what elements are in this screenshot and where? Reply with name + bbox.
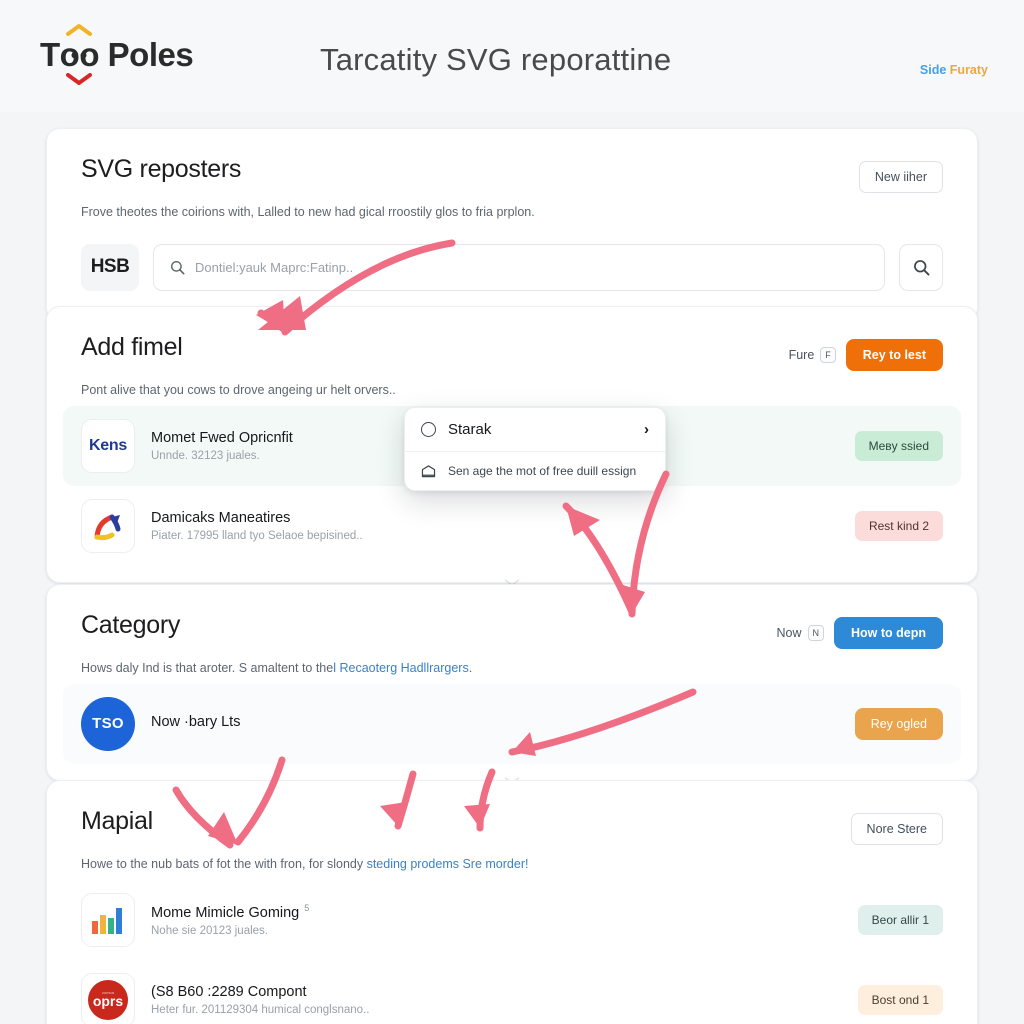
- card-actions: Nore Stere: [850, 807, 943, 845]
- dropdown-sub-label: Sen age the mot of free duill essign: [448, 464, 637, 478]
- svg-text:oprs: oprs: [93, 993, 124, 1009]
- circle-icon: [421, 422, 436, 437]
- search-icon: [913, 259, 929, 276]
- rey-ogled-button[interactable]: Rey ogled: [854, 707, 943, 740]
- row-meta: Piater. 17995 lland tyo Selaoe bepisined…: [151, 529, 363, 542]
- logo-oo-group: oo: [60, 24, 100, 85]
- row-text: (S8 B60 :2289 Compont Heter fur. 2011293…: [151, 984, 842, 1016]
- card-actions: Now N How to depn: [776, 611, 943, 649]
- status-badge: Bost ond 1: [857, 984, 943, 1015]
- card-title: Mapial: [81, 807, 153, 835]
- search-input[interactable]: Dontiel:yauk Maprc:Fatinp..: [153, 243, 885, 291]
- rey-to-lest-button[interactable]: Rey to lest: [845, 339, 943, 371]
- row-thumbnail: [81, 892, 135, 947]
- card-mapial: Mapial Nore Stere Howe to the nub bats o…: [46, 780, 978, 1024]
- card-svg-reposters: SVG reposters New iiher Frove theotes th…: [46, 128, 978, 325]
- card-actions: New iiher: [858, 155, 943, 193]
- chevron-right-icon: ›: [644, 421, 649, 438]
- shortcut-label: Fure: [788, 348, 815, 362]
- row-title: (S8 B60 :2289 Compont: [151, 983, 307, 1000]
- dropdown-item-starak[interactable]: Starak ›: [405, 408, 665, 451]
- thumb-label: TSO: [92, 715, 124, 733]
- card-title: SVG reposters: [81, 155, 242, 183]
- thumb-label: Kens: [89, 436, 127, 454]
- row-text: Now ·bary Lts: [151, 714, 839, 734]
- app-root: Too Poles Tarcatity SVG reporattine Side…: [0, 0, 1024, 1024]
- logo-text-part1: T: [40, 36, 60, 73]
- row-title: Damicaks Maneatires: [151, 509, 291, 526]
- subtitle-link[interactable]: steding prodems Sre morder!: [367, 857, 529, 871]
- shortcut-label: Now: [776, 626, 802, 640]
- card-header: SVG reposters New iiher: [47, 129, 977, 193]
- row-thumbnail: TSO: [81, 696, 135, 751]
- status-badge: Beor allir 1: [857, 904, 943, 935]
- subtitle-text: Hows daly Ind is that aroter. S amaltent…: [81, 661, 334, 675]
- shortcut-hint: Now N: [776, 625, 824, 641]
- card-subtitle: Howe to the nub bats of fot the with fro…: [47, 845, 977, 874]
- table-row[interactable]: oprs comoa (S8 B60 :2289 Compont Heter f…: [63, 959, 961, 1024]
- table-row[interactable]: TSO Now ·bary Lts Rey ogled: [63, 683, 961, 764]
- header-link-furaty[interactable]: Furaty: [950, 63, 988, 77]
- card-subtitle: Hows daly Ind is that aroter. S amaltent…: [47, 649, 977, 678]
- app-header: Too Poles Tarcatity SVG reporattine Side…: [0, 0, 1024, 112]
- shortcut-key: N: [807, 625, 824, 641]
- logo-text: Too Poles: [40, 24, 194, 85]
- card-title: Category: [81, 611, 181, 639]
- brand-chip-hsb: HSB: [81, 243, 139, 291]
- logo-text-part3: Poles: [99, 36, 194, 73]
- table-row[interactable]: Damicaks Maneatires Piater. 17995 lland …: [63, 485, 961, 566]
- row-thumbnail: [81, 498, 135, 553]
- card-actions: Fure F Rey to lest: [789, 333, 943, 371]
- row-meta: Nohe sie 20123 juales.: [151, 924, 268, 937]
- shortcut-key: F: [820, 347, 836, 363]
- row-title: Mome Mimicle Goming 5: [151, 902, 310, 921]
- brand-logo[interactable]: Too Poles: [40, 24, 194, 85]
- opr-logo-icon: oprs comoa: [88, 979, 128, 1020]
- row-text: Damicaks Maneatires Piater. 17995 lland …: [151, 510, 839, 542]
- row-thumbnail: Kens: [81, 418, 135, 473]
- dropdown-item-message[interactable]: Sen age the mot of free duill essign: [405, 451, 665, 490]
- subtitle-tail: .: [468, 661, 473, 675]
- card-subtitle: Frove theotes the coirions with, Lalled …: [81, 205, 535, 219]
- chevron-up-icon: [66, 24, 93, 36]
- search-submit-button[interactable]: [899, 243, 943, 291]
- subtitle-link[interactable]: l Recaoterg Hadllrargers: [333, 661, 468, 675]
- row-text: Mome Mimicle Goming 5 Nohe sie 20123 jual…: [151, 903, 842, 937]
- svg-text:comoa: comoa: [102, 990, 115, 995]
- search-icon: [170, 260, 185, 275]
- row-meta: Heter fur. 201129304 humical conglsnano.…: [151, 1003, 370, 1016]
- row-thumbnail: oprs comoa: [81, 972, 135, 1024]
- card-header: Mapial Nore Stere: [47, 781, 977, 845]
- shortcut-hint: Fure F: [789, 347, 836, 363]
- logo-eyes: [71, 52, 87, 59]
- status-badge: Mевy ssied: [854, 430, 943, 461]
- chevron-down-icon: [66, 73, 93, 85]
- bar-chart-icon: [92, 907, 122, 934]
- card-subtitle: Pont alive that you cows to drove angein…: [81, 383, 396, 397]
- card-row-list: TSO Now ·bary Lts Rey ogled: [47, 678, 977, 780]
- table-row[interactable]: Mome Mimicle Goming 5 Nohe sie 20123 jual…: [63, 879, 961, 960]
- subtitle-text: Howe to the nub bats of fot the with fro…: [81, 857, 367, 871]
- card-row-list: Mome Mimicle Goming 5 Nohe sie 20123 jual…: [47, 874, 977, 1024]
- context-dropdown[interactable]: Starak › Sen age the mot of free duill e…: [404, 407, 666, 491]
- header-link-side[interactable]: Side: [920, 63, 946, 77]
- row-title: Now ·bary Lts: [151, 713, 241, 730]
- swoosh-arrow-icon: [94, 514, 121, 540]
- envelope-icon: [421, 464, 436, 477]
- card-header: Category Now N How to depn: [47, 585, 977, 649]
- search-placeholder: Dontiel:yauk Maprc:Fatinp..: [195, 259, 354, 275]
- card-category: Category Now N How to depn Hows daly Ind…: [46, 584, 978, 784]
- status-badge: Rest kind 2: [854, 510, 943, 541]
- how-to-depn-button[interactable]: How to depn: [834, 617, 943, 649]
- nore-stere-button[interactable]: Nore Stere: [850, 813, 943, 845]
- card-header: Add fimel Fure F Rey to lest: [47, 307, 977, 371]
- dropdown-item-label: Starak: [448, 421, 492, 438]
- row-title-superscript: 5: [304, 902, 310, 913]
- new-filter-button[interactable]: New iiher: [858, 161, 943, 193]
- page-title: Tarcatity SVG reporattine: [320, 42, 672, 77]
- card-title: Add fimel: [81, 333, 183, 361]
- header-links[interactable]: Side Furaty: [920, 63, 988, 77]
